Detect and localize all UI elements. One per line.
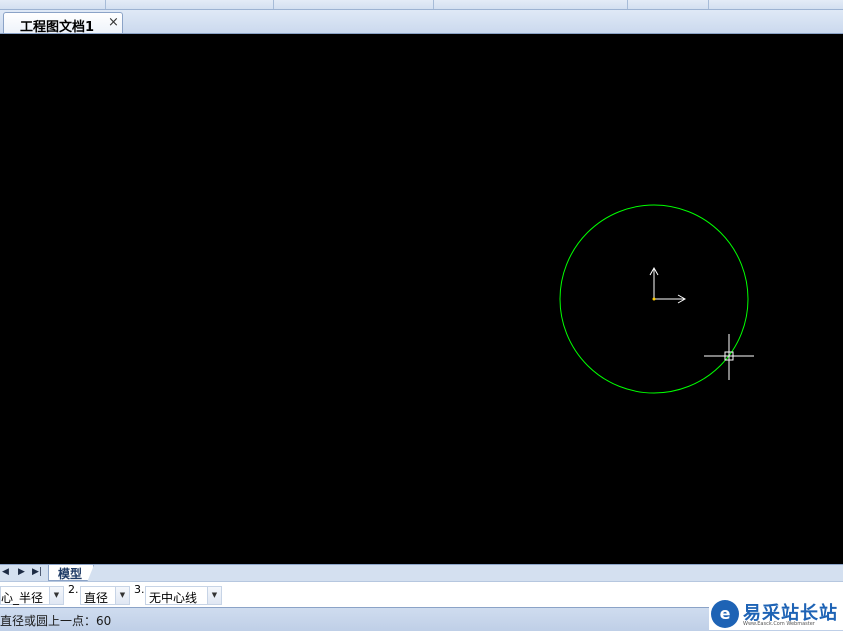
close-icon[interactable]: × (108, 15, 119, 30)
option-centerline-select[interactable]: 无中心线 ▼ (145, 586, 222, 605)
chevron-down-icon[interactable]: ▼ (49, 587, 63, 604)
option-diameter-select[interactable]: 直径 ▼ (80, 586, 130, 605)
drawing-canvas[interactable] (0, 34, 843, 564)
document-tab-bar: 工程图文档1 × (0, 10, 843, 35)
chevron-down-icon[interactable]: ▼ (207, 587, 221, 604)
chevron-down-icon[interactable]: ▼ (115, 587, 129, 604)
first-tab-arrow-icon[interactable]: ◀ (2, 567, 9, 577)
option-circle-mode[interactable]: 心_半径 ▼ (0, 585, 64, 605)
layout-tab-bar: ◀ ▶ ▶| 模型 (0, 564, 843, 582)
watermark-subtitle: Www.Easck.Com Webmaster (743, 621, 815, 627)
document-tab-title: 工程图文档1 (20, 20, 95, 35)
option-circle-mode-select[interactable]: 心_半径 ▼ (0, 586, 64, 605)
center-point (652, 297, 656, 301)
watermark-logo-icon: e (711, 600, 739, 628)
watermark: e 易采站长站 Www.Easck.Com Webmaster (709, 598, 843, 630)
canvas-graphics (559, 204, 754, 394)
tab-model[interactable]: 模型 (48, 565, 94, 581)
option-number: 2. (68, 583, 79, 596)
option-diameter[interactable]: 2. 直径 ▼ (68, 583, 130, 605)
tab-model-label: 模型 (58, 567, 83, 581)
document-tab[interactable]: 工程图文档1 × (3, 12, 123, 35)
option-diameter-value: 直径 (84, 591, 109, 605)
ribbon-divider (105, 0, 106, 9)
ribbon-divider (273, 0, 274, 9)
option-circle-mode-value: 心_半径 (1, 591, 44, 605)
ribbon-strip (0, 0, 843, 10)
ribbon-divider (627, 0, 628, 9)
last-tab-arrow-icon[interactable]: ▶| (32, 567, 42, 577)
ucs-axis-icon (649, 266, 687, 304)
next-tab-arrow-icon[interactable]: ▶ (18, 567, 25, 577)
option-number: 3. (134, 583, 145, 596)
ribbon-divider (708, 0, 709, 9)
option-centerline[interactable]: 3. 无中心线 ▼ (134, 583, 222, 605)
ribbon-divider (433, 0, 434, 9)
command-prompt: 直径或圆上一点：60 (0, 614, 112, 628)
option-centerline-value: 无中心线 (149, 591, 198, 605)
